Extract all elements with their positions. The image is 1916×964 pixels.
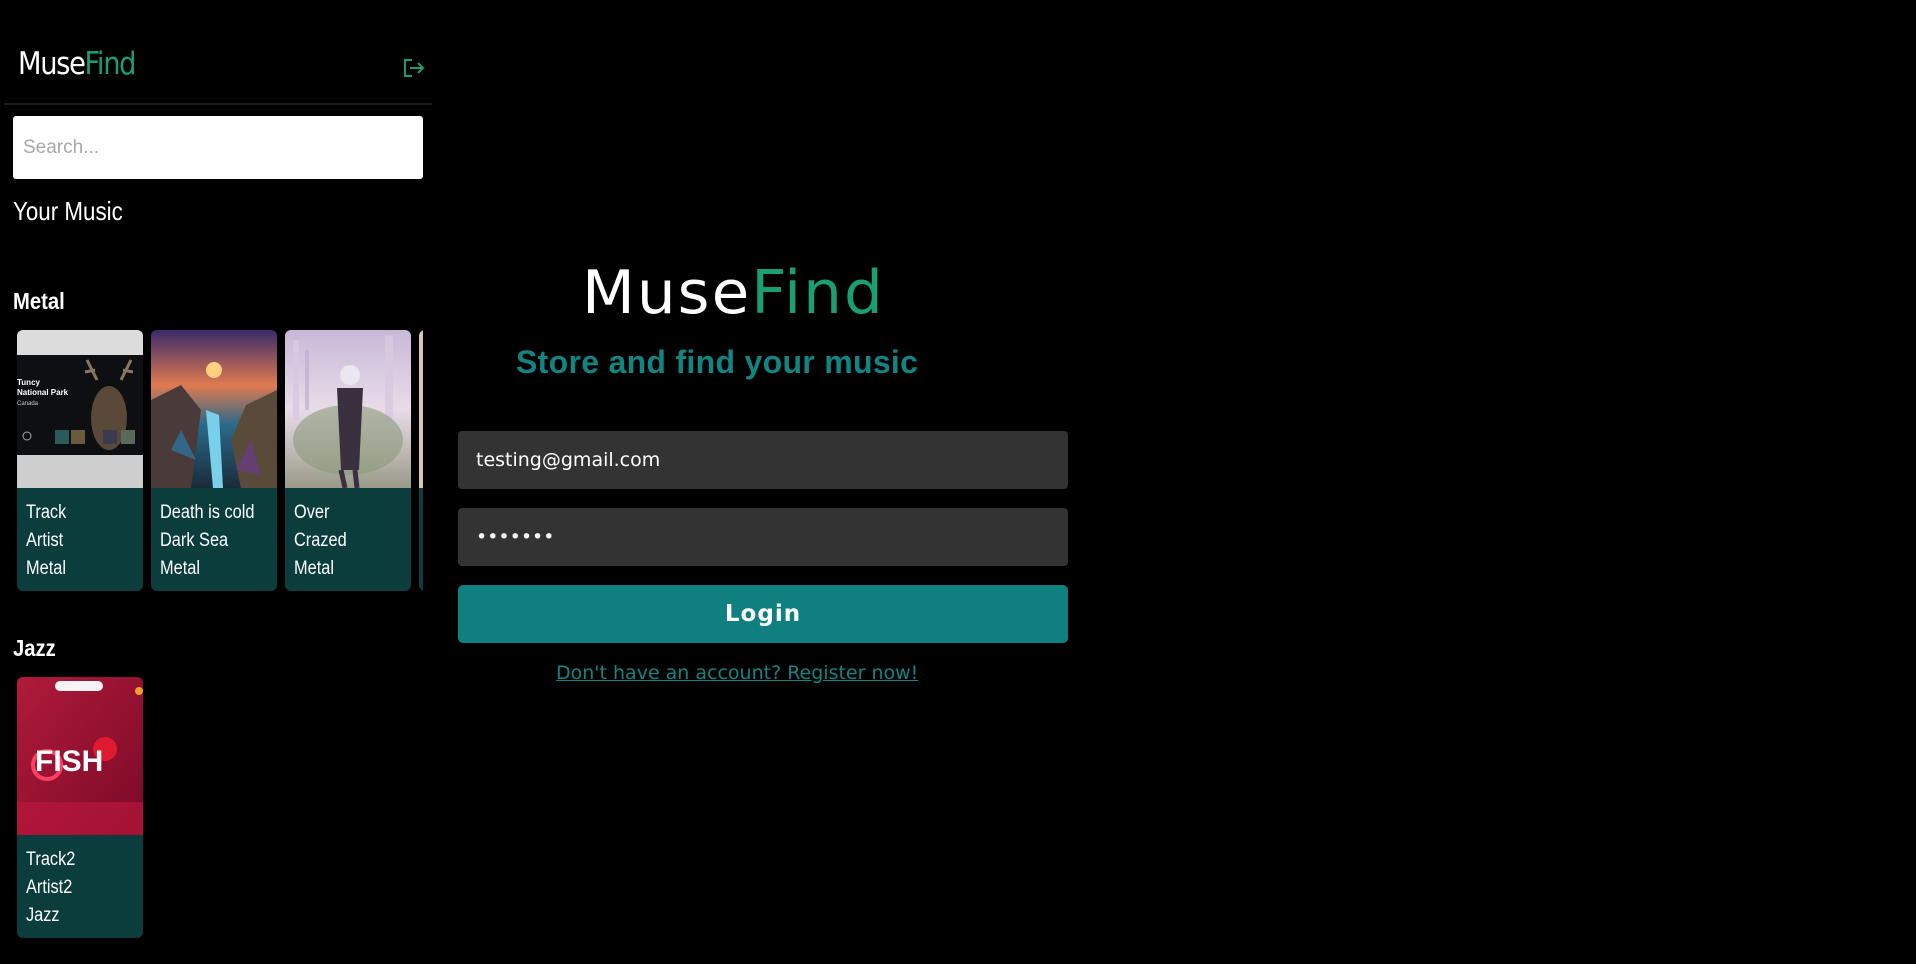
logout-icon [404, 59, 425, 77]
track-title: Track [26, 502, 67, 523]
email-field[interactable] [458, 431, 1068, 489]
register-link[interactable]: Don't have an account? Register now! [556, 662, 918, 684]
svg-text:National Park: National Park [17, 388, 69, 397]
track-card[interactable]: FISH Track2 Artist2 Jazz [17, 677, 143, 938]
track-artist: Artist [26, 530, 64, 551]
track-artist: Artist2 [26, 877, 73, 898]
track-card[interactable]: Death is cold Dark Sea Metal [151, 330, 277, 591]
track-genre: Jazz [26, 905, 60, 926]
track-card[interactable]: Over Crazed Metal [285, 330, 411, 591]
track-artist: Dark Sea [160, 530, 229, 551]
track-cover: Tuncy National Park Canada [17, 330, 143, 488]
track-cover: FISH [17, 677, 143, 835]
track-cover [419, 330, 423, 488]
track-cover [285, 330, 411, 488]
main-logo: MuseFind [582, 258, 885, 328]
track-card[interactable] [419, 330, 423, 591]
genre-title-metal: Metal [13, 288, 65, 314]
track-genre: Metal [294, 558, 334, 579]
genre-title-jazz: Jazz [13, 635, 56, 661]
search-input[interactable] [13, 116, 423, 179]
tagline: Store and find your music [516, 344, 919, 380]
svg-text:FISH: FISH [35, 745, 103, 778]
your-music-heading: Your Music [13, 196, 123, 226]
sidebar: MuseFind Your Music Metal [0, 0, 434, 964]
track-cover [151, 330, 277, 488]
logout-button[interactable] [400, 54, 428, 82]
login-button[interactable]: Login [458, 585, 1068, 643]
password-field[interactable] [458, 508, 1068, 566]
track-title: Track2 [26, 849, 76, 870]
track-genre: Metal [160, 558, 200, 579]
svg-text:Canada: Canada [17, 401, 39, 407]
track-card[interactable]: Tuncy National Park Canada Track Artist … [17, 330, 143, 591]
sidebar-header: MuseFind [4, 0, 432, 105]
sidebar-logo: MuseFind [18, 46, 136, 82]
track-artist: Crazed [294, 530, 347, 551]
track-title: Over [294, 502, 330, 523]
track-title: Death is cold [160, 502, 255, 523]
metal-card-row: Tuncy National Park Canada Track Artist … [0, 330, 423, 594]
track-genre: Metal [26, 558, 66, 579]
jazz-card-row: FISH Track2 Artist2 Jazz [0, 677, 423, 941]
svg-text:Tuncy: Tuncy [17, 378, 41, 387]
